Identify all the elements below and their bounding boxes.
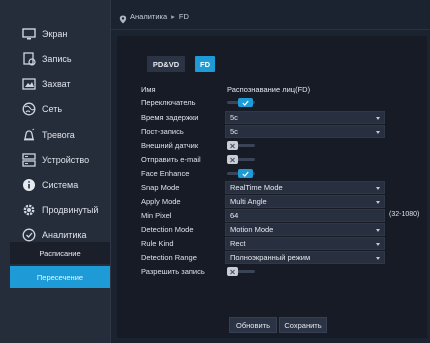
- breadcrumb-section[interactable]: Аналитика: [130, 12, 167, 21]
- external-sensor-label: Внешний датчик: [141, 141, 199, 150]
- post-record-select[interactable]: 5с: [225, 125, 385, 138]
- face-enhance-row: Face Enhance: [117, 167, 427, 181]
- chevron-down-icon: [376, 201, 380, 204]
- main-panel: PD&VD FD Имя Распознавание лиц(FD) Перек…: [117, 36, 427, 338]
- cross-icon: [227, 267, 238, 276]
- apply-mode-row: Apply Mode Multi Angle: [117, 195, 427, 209]
- detection-mode-select[interactable]: Motion Mode: [225, 223, 385, 236]
- face-enhance-toggle[interactable]: [227, 169, 255, 178]
- breadcrumb-arrow-icon: ▸: [171, 12, 175, 21]
- delay-value: 5с: [230, 113, 238, 122]
- snap-mode-select[interactable]: RealTime Mode: [225, 181, 385, 194]
- save-button[interactable]: Сохранить: [279, 317, 327, 333]
- location-pin-icon: [119, 11, 127, 24]
- external-sensor-row: Внешний датчик: [117, 139, 427, 153]
- check-icon: [238, 98, 253, 107]
- send-email-toggle[interactable]: [227, 155, 255, 164]
- apply-mode-select[interactable]: Multi Angle: [225, 195, 385, 208]
- sidebar-subitem-intersect[interactable]: Пересечение: [10, 266, 110, 288]
- sidebar-item-label: Запись: [42, 54, 72, 64]
- delay-select[interactable]: 5с: [225, 111, 385, 124]
- record-icon: [22, 52, 36, 66]
- post-record-row: Пост-запись 5с: [117, 125, 427, 139]
- chevron-down-icon: [376, 187, 380, 190]
- check-icon: [238, 169, 253, 178]
- sidebar-item-label: Захват: [42, 79, 71, 89]
- tab-pdvd[interactable]: PD&VD: [147, 56, 185, 72]
- tab-fd[interactable]: FD: [195, 56, 215, 72]
- name-row: Имя Распознавание лиц(FD): [117, 83, 427, 97]
- allow-record-toggle[interactable]: [227, 267, 255, 276]
- alarm-icon: [22, 128, 36, 142]
- chevron-down-icon: [376, 131, 380, 134]
- name-value: Распознавание лиц(FD): [227, 85, 311, 94]
- delay-row: Время задержки 5с: [117, 111, 427, 125]
- sidebar-item-label: Продвинутый: [42, 205, 99, 215]
- apply-mode-label: Apply Mode: [141, 197, 181, 206]
- post-record-value: 5с: [230, 127, 238, 136]
- device-icon: [22, 153, 36, 167]
- monitor-icon: [22, 27, 36, 41]
- detection-range-value: Полноэкранный режим: [230, 253, 311, 262]
- rule-kind-select[interactable]: Rect: [225, 237, 385, 250]
- switch-row: Переключатель: [117, 96, 427, 110]
- refresh-button[interactable]: Обновить: [229, 317, 277, 333]
- switch-toggle[interactable]: [227, 98, 255, 107]
- external-sensor-toggle[interactable]: [227, 141, 255, 150]
- name-label: Имя: [141, 85, 156, 94]
- chevron-down-icon: [376, 229, 380, 232]
- breadcrumb: Аналитика ▸ FD: [130, 12, 189, 21]
- min-pixel-range: (32-1080): [389, 211, 420, 218]
- sidebar-item-label: Сеть: [42, 104, 63, 114]
- sidebar-subitem-schedule[interactable]: Расписание: [10, 242, 110, 264]
- min-pixel-row: Min Pixel 64 (32-1080): [117, 209, 427, 223]
- post-record-label: Пост-запись: [141, 127, 184, 136]
- face-enhance-label: Face Enhance: [141, 169, 190, 178]
- analytics-icon: [22, 228, 36, 242]
- delay-label: Время задержки: [141, 113, 199, 122]
- detection-range-select[interactable]: Полноэкранный режим: [225, 251, 385, 264]
- sidebar-item-label: Аналитика: [42, 230, 87, 240]
- chevron-down-icon: [376, 117, 380, 120]
- switch-label: Переключатель: [141, 98, 196, 107]
- capture-icon: [22, 77, 36, 91]
- allow-record-label: Разрешить запись: [141, 267, 205, 276]
- cross-icon: [227, 141, 238, 150]
- apply-mode-value: Multi Angle: [230, 197, 267, 206]
- sidebar-item-label: Тревога: [42, 130, 75, 140]
- snap-mode-row: Snap Mode RealTime Mode: [117, 181, 427, 195]
- globe-icon: [22, 102, 36, 116]
- detection-range-label: Detection Range: [141, 253, 197, 262]
- breadcrumb-page: FD: [178, 12, 189, 21]
- send-email-row: Отправить e-mail: [117, 153, 427, 167]
- chevron-down-icon: [376, 243, 380, 246]
- sidebar: Экран Запись Захват Сеть Тревога Устройс…: [0, 0, 111, 343]
- snap-mode-value: RealTime Mode: [230, 183, 283, 192]
- cross-icon: [227, 155, 238, 164]
- sidebar-item-label: Устройство: [42, 155, 90, 165]
- detection-mode-value: Motion Mode: [230, 225, 274, 234]
- header: Аналитика ▸ FD: [111, 0, 430, 30]
- send-email-label: Отправить e-mail: [141, 155, 201, 164]
- chevron-down-icon: [376, 257, 380, 260]
- info-icon: [22, 178, 36, 192]
- sidebar-item-label: Экран: [42, 29, 68, 39]
- detection-range-row: Detection Range Полноэкранный режим: [117, 251, 427, 265]
- detection-mode-row: Detection Mode Motion Mode: [117, 223, 427, 237]
- min-pixel-input[interactable]: 64: [225, 209, 385, 222]
- detection-mode-label: Detection Mode: [141, 225, 194, 234]
- snap-mode-label: Snap Mode: [141, 183, 180, 192]
- rule-kind-row: Rule Kind Rect: [117, 237, 427, 251]
- rule-kind-label: Rule Kind: [141, 239, 174, 248]
- min-pixel-value: 64: [230, 211, 239, 220]
- min-pixel-label: Min Pixel: [141, 211, 172, 220]
- allow-record-row: Разрешить запись: [117, 265, 427, 279]
- sidebar-item-label: Система: [42, 180, 79, 190]
- gear-icon: [22, 203, 36, 217]
- rule-kind-value: Rect: [230, 239, 246, 248]
